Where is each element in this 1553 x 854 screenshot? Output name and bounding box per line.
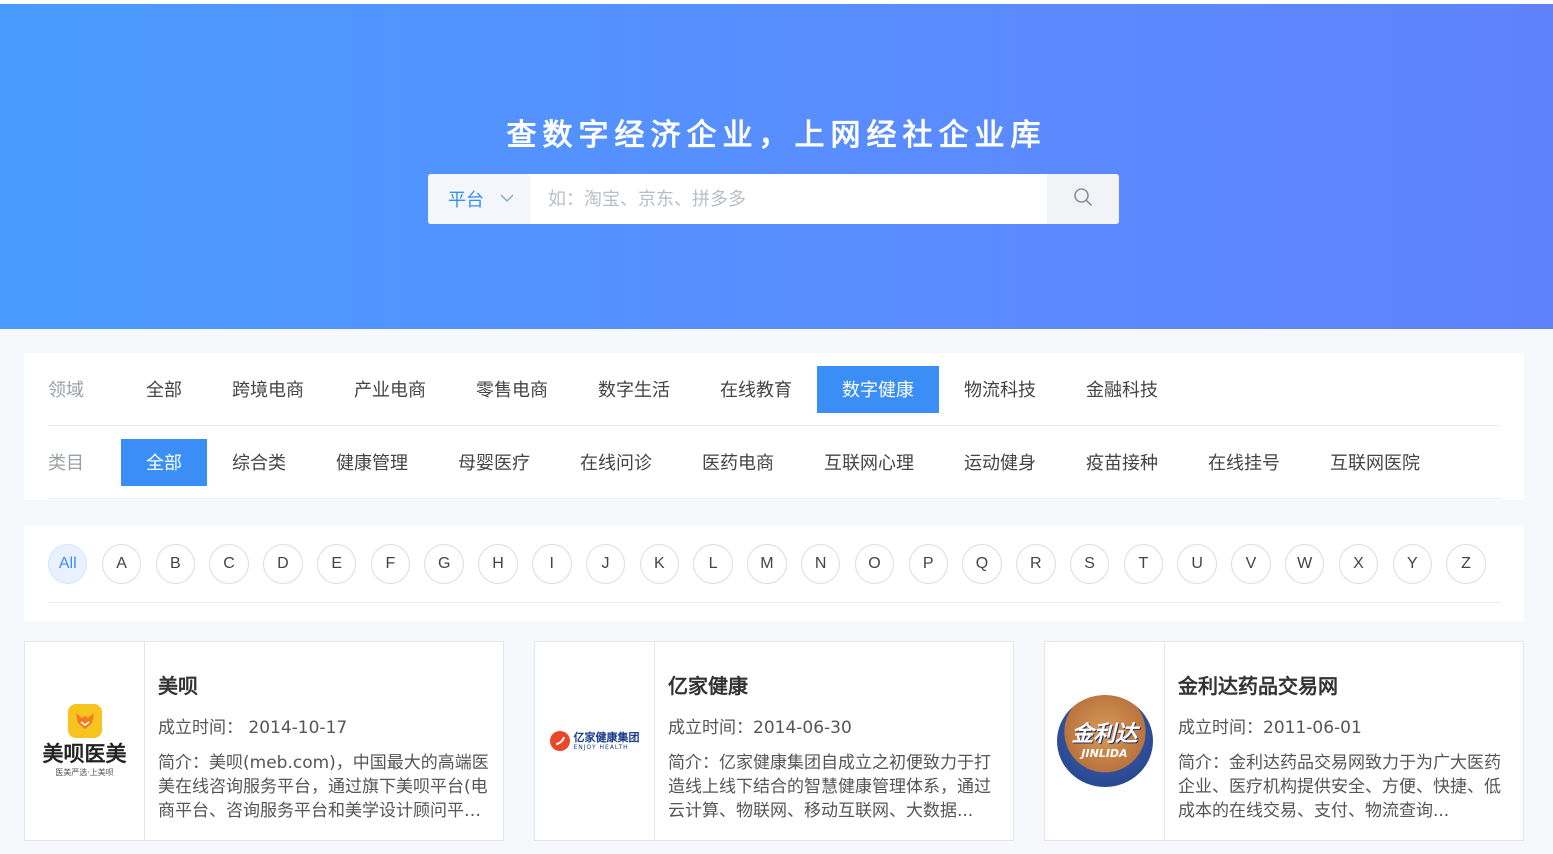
company-name[interactable]: 美呗 — [158, 670, 491, 699]
category-filter-item[interactable]: 在线问诊 — [555, 439, 677, 486]
search-icon — [1073, 187, 1093, 211]
alphabet-filter-m[interactable]: M — [747, 544, 787, 584]
alphabet-filter-w[interactable]: W — [1284, 544, 1325, 584]
alphabet-filter-u[interactable]: U — [1177, 544, 1217, 584]
domain-filter-item[interactable]: 数字生活 — [573, 366, 695, 413]
company-founded: 成立时间：2014-06-30 — [668, 718, 852, 738]
company-card[interactable]: 金利达 JINLIDA 金利达药品交易网 成立时间：2011-06-01 简介：… — [1044, 641, 1524, 841]
category-filter-item[interactable]: 健康管理 — [311, 439, 433, 486]
logo-text: 金利达 — [1071, 721, 1138, 747]
alphabet-filter-r[interactable]: R — [1016, 544, 1056, 584]
swirl-logo-icon — [549, 731, 570, 751]
search-input[interactable] — [530, 174, 1047, 224]
category-filter-item[interactable]: 疫苗接种 — [1061, 439, 1183, 486]
domain-label: 领域 — [48, 380, 84, 401]
company-card[interactable]: 亿家健康集团 ENJOY HEALTH 亿家健康 成立时间：2014-06-30… — [534, 641, 1014, 841]
filter-panel: 领域 全部 跨境电商 产业电商 零售电商 数字生活 在线教育 数字健康 物流科技 金融科技 类目… — [24, 353, 1524, 500]
alphabet-filter-y[interactable]: Y — [1392, 544, 1433, 584]
jinlida-logo: 金利达 JINLIDA — [1056, 695, 1153, 787]
alphabet-filter-h[interactable]: H — [478, 544, 518, 584]
search-type-label: 平台 — [448, 190, 484, 211]
logo-subtext: JINLIDA — [1081, 746, 1128, 760]
category-filter-item[interactable]: 母婴医疗 — [433, 439, 555, 486]
alphabet-filter-k[interactable]: K — [639, 544, 680, 584]
company-name[interactable]: 金利达药品交易网 — [1178, 670, 1511, 699]
category-filter-item[interactable]: 互联网心理 — [799, 439, 939, 486]
company-logo: 亿家健康集团 ENJOY HEALTH — [535, 642, 655, 840]
alphabet-filter-z[interactable]: Z — [1446, 544, 1486, 584]
alphabet-filter-d[interactable]: D — [263, 544, 303, 584]
company-name[interactable]: 亿家健康 — [668, 670, 1001, 699]
alphabet-filter-o[interactable]: O — [854, 544, 895, 584]
company-logo: 金利达 JINLIDA — [1045, 642, 1165, 840]
company-logo: 美呗医美 医美严选·上美呗 — [25, 642, 145, 840]
domain-filter-item[interactable]: 金融科技 — [1061, 366, 1183, 413]
alphabet-filter-s[interactable]: S — [1069, 544, 1110, 584]
domain-filter-item[interactable]: 物流科技 — [939, 366, 1061, 413]
alphabet-filter-q[interactable]: Q — [962, 544, 1002, 584]
domain-filter-row: 领域 全部 跨境电商 产业电商 零售电商 数字生活 在线教育 数字健康 物流科技 金融科技 — [48, 353, 1500, 426]
hero-title: 查数字经济企业，上网经社企业库 — [506, 118, 1047, 153]
alphabet-filter-f[interactable]: F — [370, 544, 411, 584]
alphabet-filter-j[interactable]: J — [585, 544, 626, 584]
logo-text: 美呗医美 — [42, 742, 127, 766]
chevron-down-icon — [500, 192, 514, 207]
alphabet-filter-i[interactable]: I — [532, 544, 572, 584]
fox-logo-icon — [67, 704, 102, 738]
alphabet-filter-x[interactable]: X — [1338, 544, 1379, 584]
domain-filter-item[interactable]: 数字健康 — [817, 365, 939, 413]
hero-banner: 查数字经济企业，上网经社企业库 平台 — [0, 4, 1553, 329]
logo-subtext: 医美严选·上美呗 — [55, 768, 114, 777]
category-filter-row: 类目 全部 综合类 健康管理 母婴医疗 在线问诊 医药电商 互联网心理 运动健身 疫苗接种 在线挂… — [48, 426, 1500, 499]
alphabet-filter-a[interactable]: A — [101, 544, 142, 584]
company-card[interactable]: 美呗医美 医美严选·上美呗 美呗 成立时间： 2014-10-17 简介：美呗(… — [24, 641, 504, 841]
alphabet-filter-p[interactable]: P — [908, 544, 948, 584]
domain-filter-item[interactable]: 全部 — [121, 366, 207, 413]
category-filter-item[interactable]: 在线挂号 — [1183, 439, 1305, 486]
alphabet-filter-row: All A B C D E F G H I J K L M N O P Q R S T U V W X Y Z — [48, 526, 1500, 603]
alphabet-filter-n[interactable]: N — [800, 544, 841, 584]
alphabet-filter-l[interactable]: L — [693, 544, 733, 584]
category-filter-item[interactable]: 综合类 — [207, 439, 311, 486]
alphabet-panel: All A B C D E F G H I J K L M N O P Q R S T U V W X Y Z — [24, 526, 1524, 621]
category-filter-item[interactable]: 医药电商 — [677, 439, 799, 486]
alphabet-filter-t[interactable]: T — [1123, 544, 1164, 584]
logo-text: 亿家健康集团 — [573, 730, 640, 744]
logo-subtext: ENJOY HEALTH — [573, 743, 629, 751]
category-label: 类目 — [48, 453, 84, 474]
company-desc: 简介：亿家健康集团自成立之初便致力于打造线上线下结合的智慧健康管理体系，通过云计… — [668, 753, 991, 821]
domain-filter-item[interactable]: 在线教育 — [695, 366, 817, 413]
alphabet-filter-e[interactable]: E — [316, 544, 357, 584]
category-filter-item[interactable]: 互联网医院 — [1305, 439, 1445, 486]
alphabet-filter-g[interactable]: G — [424, 544, 464, 584]
domain-filter-item[interactable]: 零售电商 — [451, 366, 573, 413]
search-type-select[interactable]: 平台 — [428, 174, 530, 224]
domain-filter-item[interactable]: 跨境电商 — [207, 366, 329, 413]
search-bar: 平台 — [428, 174, 1119, 224]
alphabet-filter-v[interactable]: V — [1231, 544, 1271, 584]
alphabet-filter-b[interactable]: B — [155, 544, 196, 584]
domain-filter-item[interactable]: 产业电商 — [329, 366, 451, 413]
category-filter-item[interactable]: 运动健身 — [939, 439, 1061, 486]
search-button[interactable] — [1047, 174, 1119, 224]
company-founded: 成立时间：2011-06-01 — [1178, 718, 1362, 738]
category-filter-item[interactable]: 全部 — [121, 438, 207, 486]
alphabet-filter-c[interactable]: C — [209, 544, 249, 584]
alphabet-filter-all[interactable]: All — [48, 544, 88, 584]
company-desc: 简介：金利达药品交易网致力于为广大医药企业、医疗机构提供安全、方便、快捷、低成本… — [1178, 753, 1501, 821]
company-desc: 简介：美呗(meb.com)，中国最大的高端医美在线咨询服务平台，通过旗下美呗平… — [158, 753, 489, 821]
company-founded: 成立时间： 2014-10-17 — [158, 718, 348, 738]
